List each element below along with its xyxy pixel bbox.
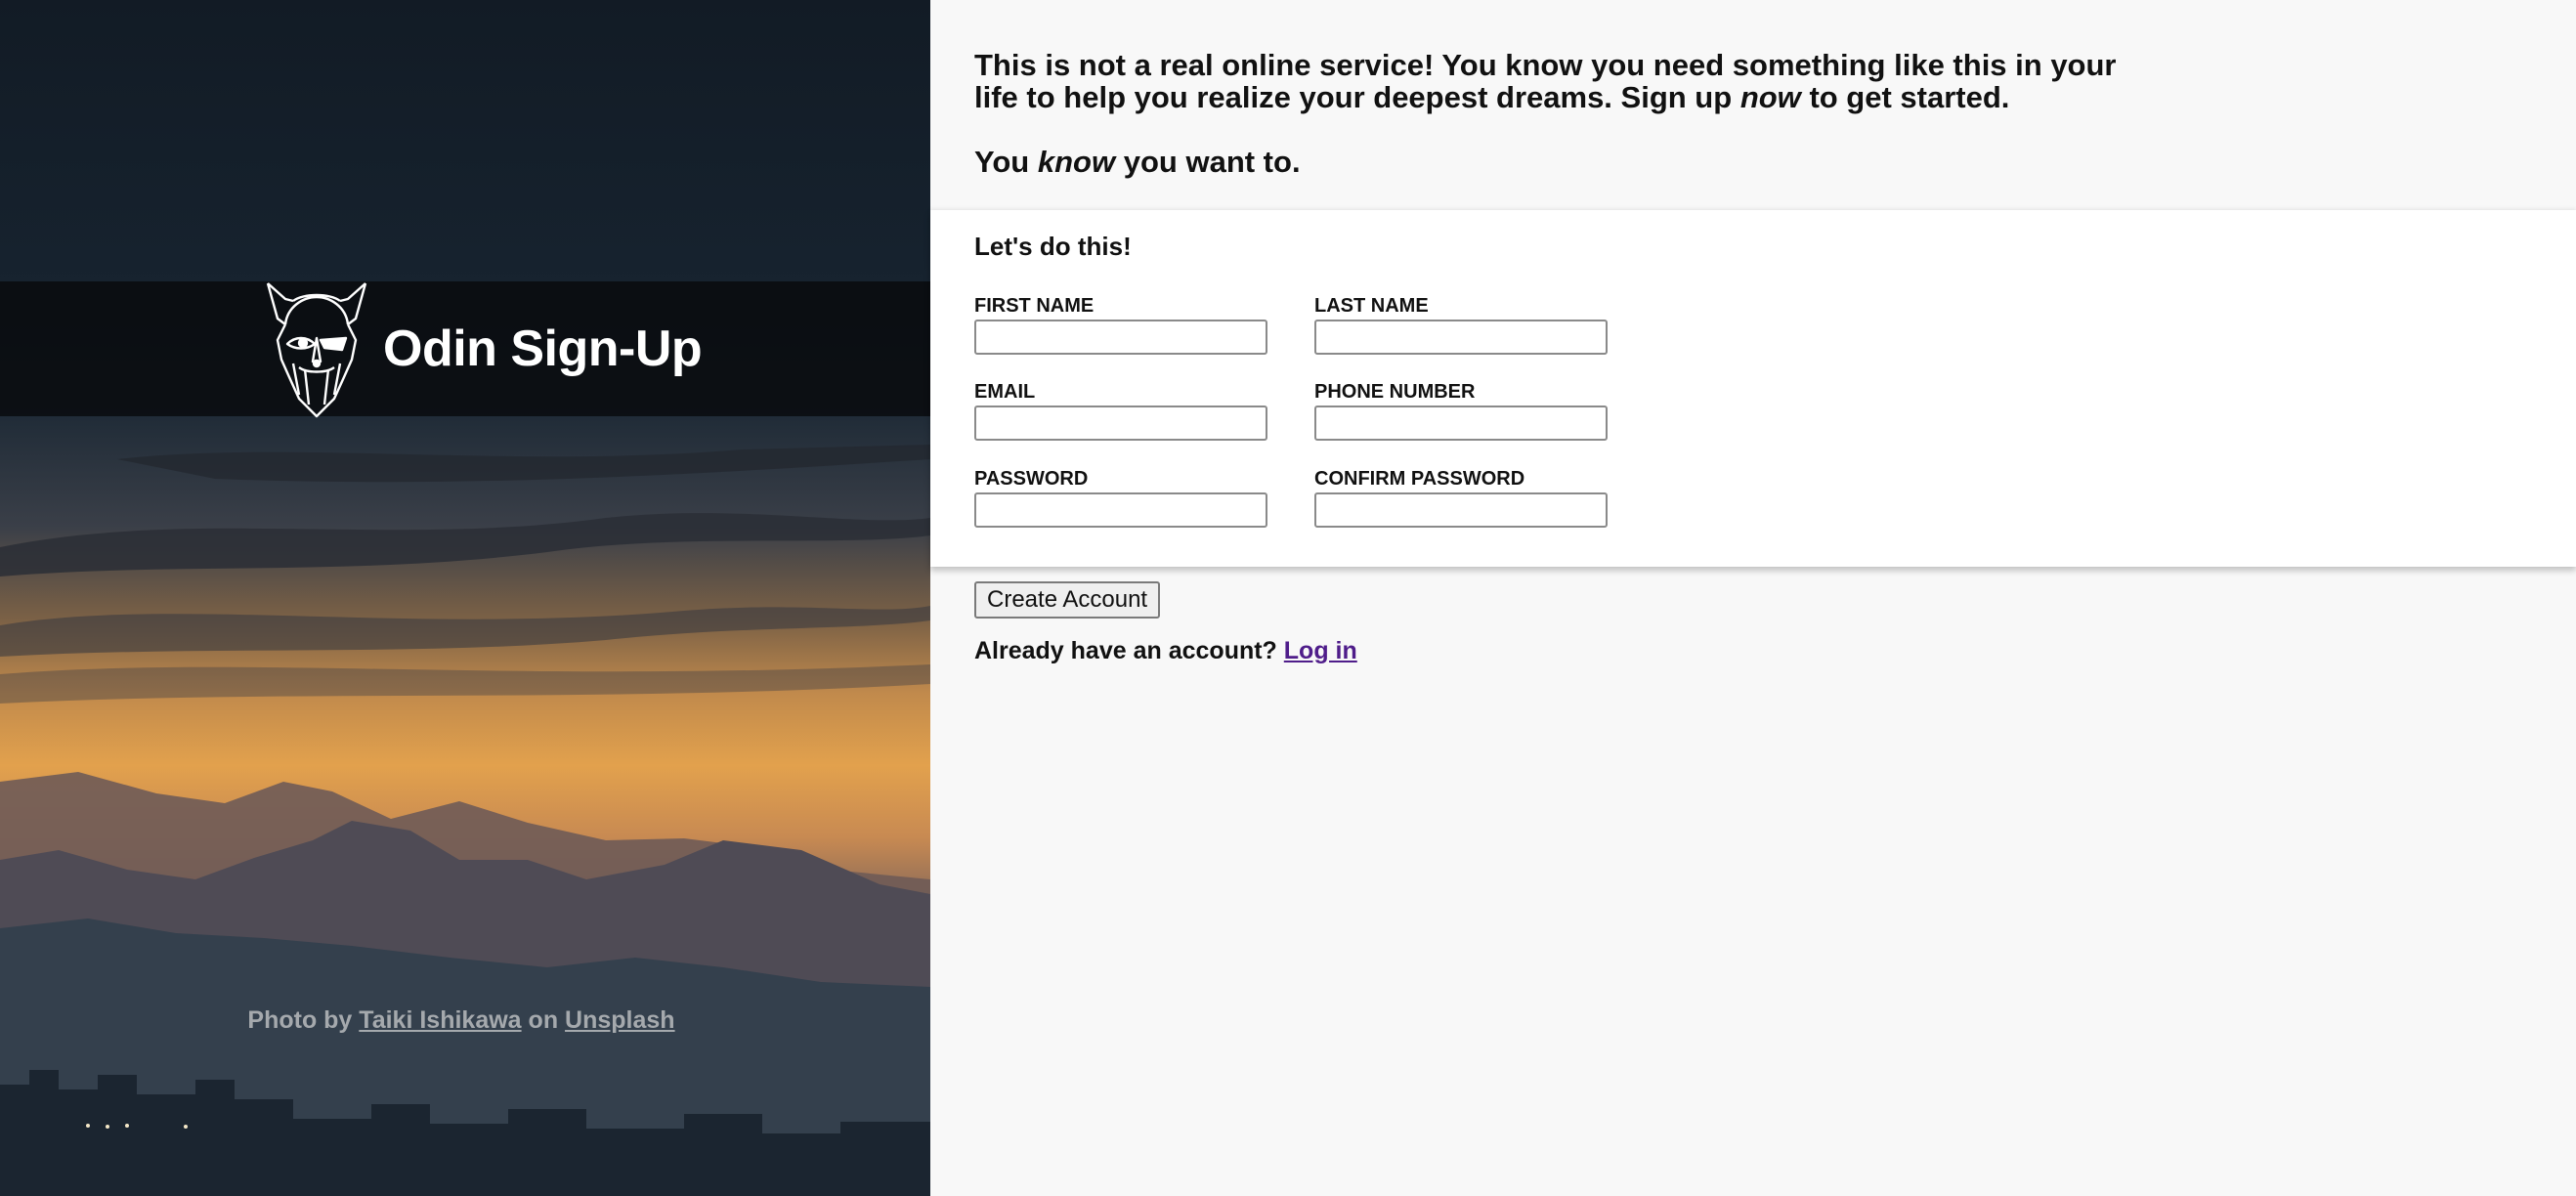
signup-form-card: Let's do this! FIRST NAME LAST NAME EMAI…	[930, 210, 2576, 567]
intro-line1-end: to get started.	[1809, 80, 2010, 114]
confirm-password-group: CONFIRM PASSWORD	[1314, 468, 1608, 528]
password-input[interactable]	[974, 492, 1267, 528]
brand-logo-group: Odin Sign-Up	[264, 279, 703, 418]
intro-text: This is not a real online service! You k…	[974, 49, 2147, 178]
last-name-group: LAST NAME	[1314, 295, 1608, 355]
first-name-label: FIRST NAME	[974, 295, 1095, 317]
intro-paragraph-1: This is not a real online service! You k…	[974, 49, 2147, 113]
photo-credit-prefix: Photo by	[247, 1006, 353, 1034]
hero-panel: Odin Sign-Up Photo by Taiki Ishikawa on …	[0, 0, 930, 1196]
login-prompt: Already have an account? Log in	[974, 637, 1357, 665]
odin-viking-helmet-icon	[266, 282, 367, 418]
password-group: PASSWORD	[974, 468, 1267, 528]
intro-line2-end: you want to.	[1123, 145, 1301, 179]
photo-credit: Photo by Taiki Ishikawa on Unsplash	[0, 1006, 923, 1035]
signup-page: Odin Sign-Up Photo by Taiki Ishikawa on …	[0, 0, 2576, 1196]
phone-input[interactable]	[1314, 406, 1608, 441]
intro-emphasis-know: know	[1037, 145, 1116, 179]
login-link[interactable]: Log in	[1284, 637, 1357, 664]
confirm-password-input[interactable]	[1314, 492, 1608, 528]
first-name-group: FIRST NAME	[974, 295, 1267, 355]
intro-emphasis-now: now	[1739, 80, 1801, 114]
unsplash-link[interactable]: Unsplash	[565, 1006, 675, 1034]
last-name-label: LAST NAME	[1314, 295, 1429, 317]
brand-title: Odin Sign-Up	[383, 320, 703, 377]
first-name-input[interactable]	[974, 320, 1267, 355]
intro-paragraph-2: You know you want to.	[974, 146, 2147, 178]
password-label: PASSWORD	[974, 468, 1089, 490]
photo-credit-middle: on	[528, 1006, 559, 1034]
phone-label: PHONE NUMBER	[1314, 381, 1476, 403]
confirm-password-label: CONFIRM PASSWORD	[1314, 468, 1525, 490]
photographer-link[interactable]: Taiki Ishikawa	[359, 1006, 521, 1034]
phone-group: PHONE NUMBER	[1314, 381, 1608, 441]
create-account-button[interactable]: Create Account	[974, 581, 1161, 619]
form-heading: Let's do this!	[974, 232, 1132, 261]
signup-content: This is not a real online service! You k…	[930, 0, 2576, 1196]
intro-line2-start: You	[974, 145, 1030, 179]
login-prompt-text: Already have an account?	[974, 637, 1277, 664]
email-input[interactable]	[974, 406, 1267, 441]
last-name-input[interactable]	[1314, 320, 1608, 355]
email-label: EMAIL	[974, 381, 1036, 403]
email-group: EMAIL	[974, 381, 1267, 441]
